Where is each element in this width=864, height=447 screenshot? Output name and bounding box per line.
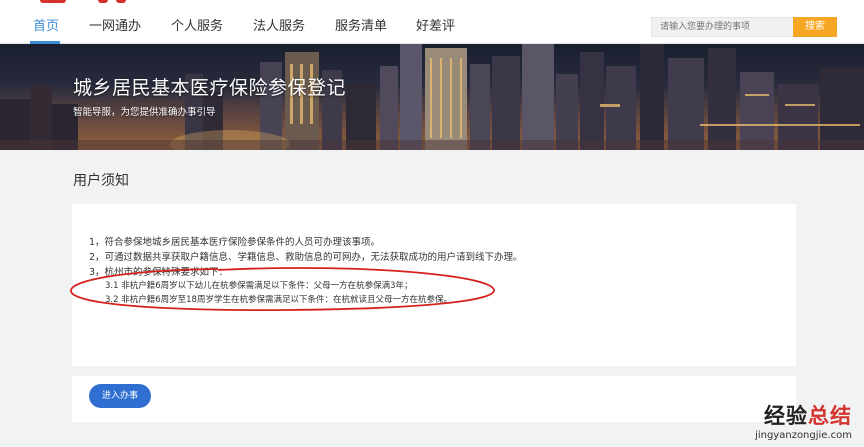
nav-item-home[interactable]: 首页: [33, 15, 59, 34]
section-heading: 用户须知: [73, 173, 129, 189]
notice-line-1: 1，符合参保地城乡居民基本医疗保险参保条件的人员可办理该事项。: [89, 237, 381, 248]
search-button[interactable]: 搜索: [793, 17, 837, 37]
page-subtitle: 智能导服，为您提供准确办事引导: [73, 107, 216, 118]
nav-item-service-list[interactable]: 服务清单: [335, 15, 387, 34]
nav-item-personal-services[interactable]: 个人服务: [171, 15, 223, 34]
logo-fragment: [40, 0, 160, 3]
enter-service-button[interactable]: 进入办事: [89, 384, 151, 408]
watermark-logo: 经验总结: [764, 403, 852, 428]
notice-line-2: 2，可通过数据共享获取户籍信息、学籍信息、救助信息的可网办，无法获取成功的用户请…: [89, 252, 523, 263]
hero-banner: 城乡居民基本医疗保险参保登记 智能导服，为您提供准确办事引导: [0, 44, 864, 150]
page-title: 城乡居民基本医疗保险参保登记: [73, 77, 347, 99]
watermark-url: jingyanzongjie.com: [755, 430, 852, 441]
top-navigation-bar: 首页 一网通办 个人服务 法人服务 服务清单 好差评 搜索: [0, 0, 864, 44]
nav-item-legal-entity-services[interactable]: 法人服务: [253, 15, 305, 34]
search-input[interactable]: [651, 17, 793, 37]
red-circle-annotation: [70, 267, 495, 311]
nav-item-one-stop[interactable]: 一网通办: [89, 15, 141, 34]
action-card: [72, 376, 796, 422]
watermark: 经验总结 jingyanzongjie.com: [755, 400, 852, 441]
nav-item-review[interactable]: 好差评: [416, 15, 455, 34]
